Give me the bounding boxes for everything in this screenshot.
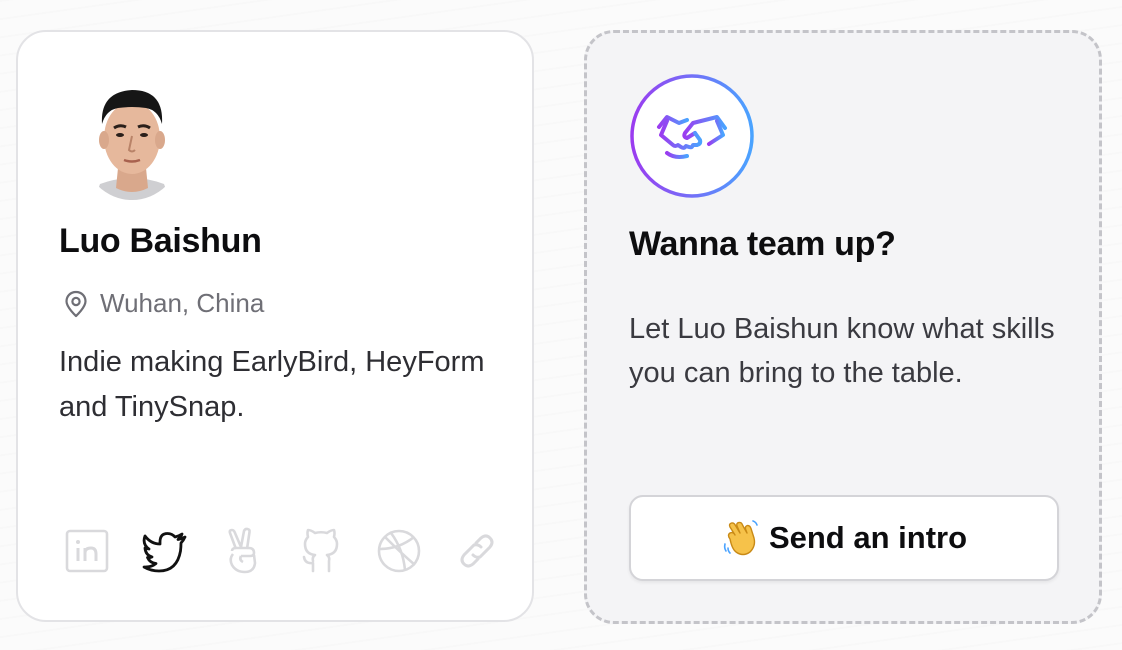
handshake-badge xyxy=(629,73,755,199)
avatar-image xyxy=(84,72,180,200)
map-pin-icon xyxy=(65,290,87,317)
location: Wuhan, China xyxy=(62,288,264,319)
profile-bio: Indie making EarlyBird, HeyForm and Tiny… xyxy=(59,346,485,423)
send-intro-label: Send an intro xyxy=(768,520,968,555)
linkedin-link[interactable] xyxy=(62,526,112,576)
avatar xyxy=(84,72,180,200)
profile-name: Luo Baishun xyxy=(59,222,262,260)
profile-card: Luo Baishun Wuhan, China Indie making Ea… xyxy=(16,30,534,622)
handshake-icon xyxy=(630,74,754,198)
twitter-link[interactable] xyxy=(140,526,190,576)
github-icon xyxy=(302,528,339,573)
location-text: Wuhan, China xyxy=(100,288,265,318)
send-intro-button[interactable]: Send an intro xyxy=(629,495,1059,581)
github-link[interactable] xyxy=(296,526,346,576)
link-icon xyxy=(460,534,494,568)
team-up-title: Wanna team up? xyxy=(629,225,896,263)
dribbble-icon xyxy=(377,529,421,573)
team-up-card: Wanna team up? Let Luo Baishun know what… xyxy=(584,30,1102,624)
linkedin-icon xyxy=(65,529,109,573)
producthunt-hand-icon xyxy=(228,527,257,574)
website-link[interactable] xyxy=(452,526,502,576)
producthunt-link[interactable] xyxy=(218,526,268,576)
team-up-description: Let Luo Baishun know what skills you can… xyxy=(629,313,1055,389)
social-links xyxy=(62,526,502,576)
waving-hand-icon xyxy=(723,520,758,556)
dribbble-link[interactable] xyxy=(374,526,424,576)
page-canvas: Luo Baishun Wuhan, China Indie making Ea… xyxy=(0,0,1122,650)
twitter-icon xyxy=(142,532,187,573)
